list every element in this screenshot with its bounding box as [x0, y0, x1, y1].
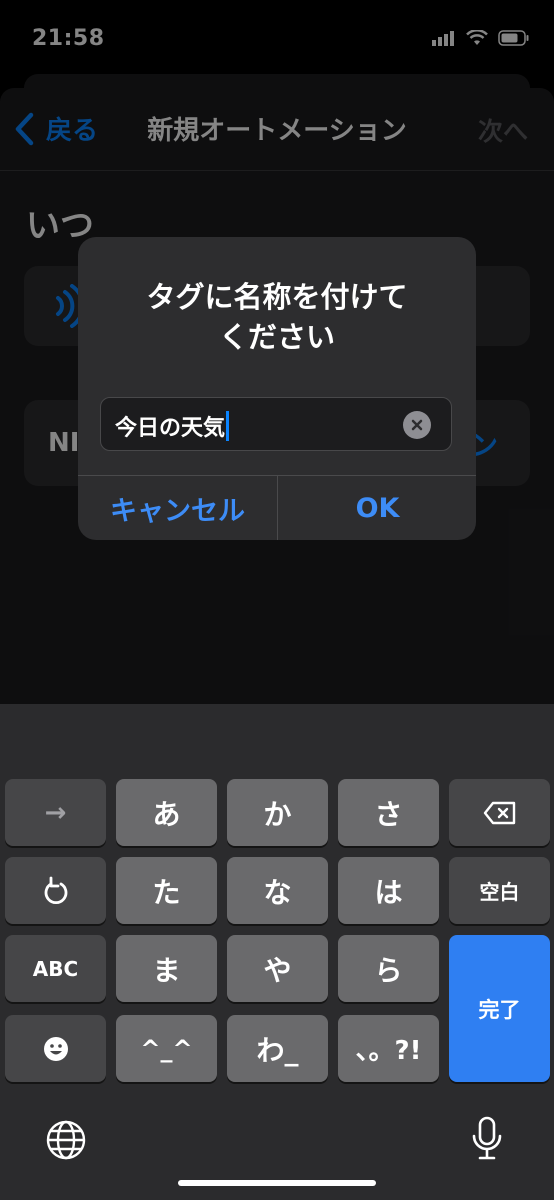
key-ka[interactable]: か [227, 779, 328, 846]
undo-key[interactable] [5, 857, 106, 924]
tag-name-value: 今日の天気 [115, 416, 226, 441]
emoji-key[interactable] [5, 1015, 106, 1082]
key-punctuation[interactable]: 、。?! [338, 1015, 439, 1082]
key-ya[interactable]: や [227, 935, 328, 1002]
globe-key[interactable] [46, 1120, 86, 1164]
alert-title: タグに名称を付けて ください [78, 277, 476, 357]
emoji-smiley-icon [43, 1036, 68, 1061]
microphone-icon [472, 1116, 502, 1160]
undo-icon [44, 876, 67, 904]
delete-key[interactable] [449, 779, 550, 846]
globe-icon [46, 1120, 86, 1160]
key-ta[interactable]: た [116, 857, 217, 924]
key-ma[interactable]: ま [116, 935, 217, 1002]
key-a[interactable]: あ [116, 779, 217, 846]
key-wa[interactable]: わ_ [227, 1015, 328, 1082]
abc-key[interactable]: ABC [5, 935, 106, 1002]
cancel-button[interactable]: キャンセル [78, 476, 277, 540]
done-key[interactable]: 完了 [449, 935, 550, 1082]
clear-text-button[interactable] [403, 411, 431, 439]
space-key[interactable]: 空白 [449, 857, 550, 924]
dictation-key[interactable] [470, 1116, 504, 1166]
key-na[interactable]: な [227, 857, 328, 924]
japanese-kana-keyboard: → あ か さ た な は 空白 ABC ま や ら 完了 ^_^ わ_ 、。?… [0, 704, 554, 1200]
text-caret [226, 411, 230, 441]
key-sa[interactable]: さ [338, 779, 439, 846]
alert-title-line1: タグに名称を付けて [146, 280, 408, 314]
alert-title-line2: ください [218, 320, 335, 354]
tag-name-input-text[interactable]: 今日の天気 [115, 410, 230, 442]
key-next-candidate[interactable]: → [5, 779, 106, 846]
delete-backward-icon [483, 801, 515, 824]
name-tag-alert: タグに名称を付けて ください 今日の天気 キャンセル OK [78, 237, 476, 540]
key-kaomoji[interactable]: ^_^ [116, 1015, 217, 1082]
key-ra[interactable]: ら [338, 935, 439, 1002]
key-ha[interactable]: は [338, 857, 439, 924]
ok-button[interactable]: OK [278, 476, 476, 540]
home-indicator[interactable] [178, 1180, 376, 1186]
tag-name-input[interactable]: 今日の天気 [100, 397, 452, 451]
clear-x-icon [411, 419, 423, 431]
